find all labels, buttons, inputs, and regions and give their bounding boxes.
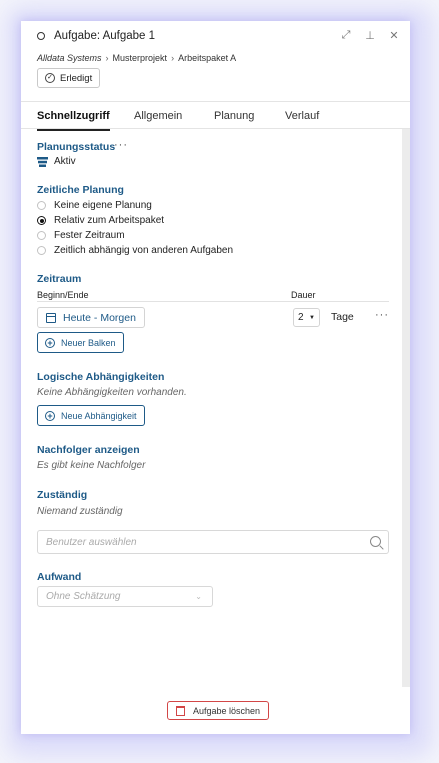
- delete-task-label: Aufgabe löschen: [193, 705, 261, 716]
- radio-label: Relativ zum Arbeitspaket: [54, 215, 165, 226]
- zustaendig-empty: Niemand zuständig: [37, 506, 123, 517]
- radio-label: Zeitlich abhängig von anderen Aufgaben: [54, 245, 234, 256]
- new-dependency-button[interactable]: + Neue Abhängigkeit: [37, 405, 145, 426]
- date-range-button[interactable]: Heute - Morgen: [37, 307, 145, 328]
- radio-label: Fester Zeitraum: [54, 230, 125, 241]
- planungsstatus-title: Planungsstatus: [37, 141, 116, 153]
- aufwand-title: Aufwand: [37, 571, 82, 583]
- zustaendig-title: Zuständig: [37, 489, 88, 501]
- radio-circle-checked[interactable]: [37, 216, 46, 225]
- radio-circle[interactable]: [37, 231, 46, 240]
- date-range-label: Heute - Morgen: [63, 311, 136, 324]
- close-icon[interactable]: ✕: [388, 29, 400, 42]
- duration-select[interactable]: 2 ▼: [293, 308, 320, 327]
- status-circle-icon[interactable]: [37, 32, 45, 40]
- planungsstatus-more-icon[interactable]: ···: [114, 139, 128, 151]
- user-search-placeholder: Benutzer auswählen: [46, 536, 137, 548]
- new-bar-button[interactable]: + Neuer Balken: [37, 332, 124, 353]
- zeitliche-planung-title: Zeitliche Planung: [37, 184, 124, 196]
- nachfolger-title[interactable]: Nachfolger anzeigen: [37, 444, 140, 456]
- task-panel: Aufgabe: Aufgabe 1 ⤢ ⊥ ✕ Alldata Systems…: [21, 21, 410, 734]
- dauer-label: Dauer: [291, 290, 316, 300]
- chevron-down-icon: ▼: [309, 314, 315, 321]
- duration-unit: Tage: [331, 311, 354, 323]
- radio-fester-zeitraum[interactable]: Fester Zeitraum: [37, 230, 125, 241]
- breadcrumb-project[interactable]: Musterprojekt: [113, 53, 168, 63]
- pin-icon[interactable]: ⊥: [364, 29, 376, 42]
- effort-select[interactable]: Ohne Schätzung ⌄: [37, 586, 213, 607]
- breadcrumb-workpackage[interactable]: Arbeitspaket A: [178, 53, 236, 63]
- planungsstatus-value[interactable]: Aktiv: [37, 156, 76, 167]
- tab-verlauf[interactable]: Verlauf: [285, 110, 319, 122]
- check-circle-icon: ✓: [45, 73, 55, 83]
- trash-icon: [176, 705, 185, 716]
- tab-bar: Schnellzugriff Allgemein Planung Verlauf: [21, 101, 410, 131]
- window-controls: ⤢ ⊥ ✕: [340, 29, 400, 42]
- abhaengigkeiten-empty: Keine Abhängigkeiten vorhanden.: [37, 387, 187, 398]
- planungsstatus-label: Aktiv: [54, 156, 76, 167]
- effort-placeholder: Ohne Schätzung: [46, 591, 121, 602]
- nachfolger-empty: Es gibt keine Nachfolger: [37, 460, 146, 471]
- zeitraum-more-icon[interactable]: ···: [375, 309, 389, 321]
- panel-title: Aufgabe: Aufgabe 1: [54, 30, 156, 42]
- tab-allgemein[interactable]: Allgemein: [134, 110, 182, 122]
- tab-planung[interactable]: Planung: [214, 110, 254, 122]
- breadcrumb-separator: ›: [171, 53, 175, 63]
- new-dependency-label: Neue Abhängigkeit: [61, 410, 137, 421]
- radio-zeitlich-abhaengig[interactable]: Zeitlich abhängig von anderen Aufgaben: [37, 245, 233, 256]
- breadcrumb: Alldata Systems › Musterprojekt › Arbeit…: [37, 53, 236, 63]
- new-bar-label: Neuer Balken: [61, 337, 116, 348]
- plus-circle-icon: +: [45, 410, 55, 421]
- scrollbar[interactable]: [402, 129, 410, 687]
- radio-relativ-zum-arbeitspaket[interactable]: Relativ zum Arbeitspaket: [37, 215, 164, 226]
- breadcrumb-org[interactable]: Alldata Systems: [37, 53, 102, 63]
- panel-header: Aufgabe: Aufgabe 1 ⤢ ⊥ ✕ Alldata Systems…: [21, 21, 410, 101]
- user-search-input[interactable]: Benutzer auswählen: [37, 530, 389, 554]
- tab-schnellzugriff[interactable]: Schnellzugriff: [37, 110, 110, 131]
- zeitraum-divider: [37, 301, 389, 302]
- radio-label: Keine eigene Planung: [54, 200, 152, 211]
- abhaengigkeiten-title: Logische Abhängigkeiten: [37, 371, 165, 383]
- expand-icon[interactable]: ⤢: [340, 29, 352, 42]
- beginn-ende-label: Beginn/Ende: [37, 290, 89, 300]
- breadcrumb-separator: ›: [105, 53, 109, 63]
- zeitraum-title: Zeitraum: [37, 273, 82, 285]
- duration-value: 2: [298, 312, 304, 323]
- search-icon[interactable]: [370, 536, 381, 547]
- radio-keine-eigene-planung[interactable]: Keine eigene Planung: [37, 200, 152, 211]
- done-button[interactable]: ✓ Erledigt: [37, 68, 101, 88]
- delete-task-button[interactable]: Aufgabe löschen: [167, 701, 270, 720]
- chevron-down-icon: ⌄: [195, 592, 202, 601]
- plus-circle-icon: +: [45, 337, 55, 348]
- done-button-label: Erledigt: [60, 72, 93, 84]
- radio-circle[interactable]: [37, 201, 46, 210]
- radio-circle[interactable]: [37, 246, 46, 255]
- calendar-icon: [46, 312, 56, 323]
- status-stack-icon: [37, 156, 48, 167]
- title-row: Aufgabe: Aufgabe 1: [37, 30, 155, 42]
